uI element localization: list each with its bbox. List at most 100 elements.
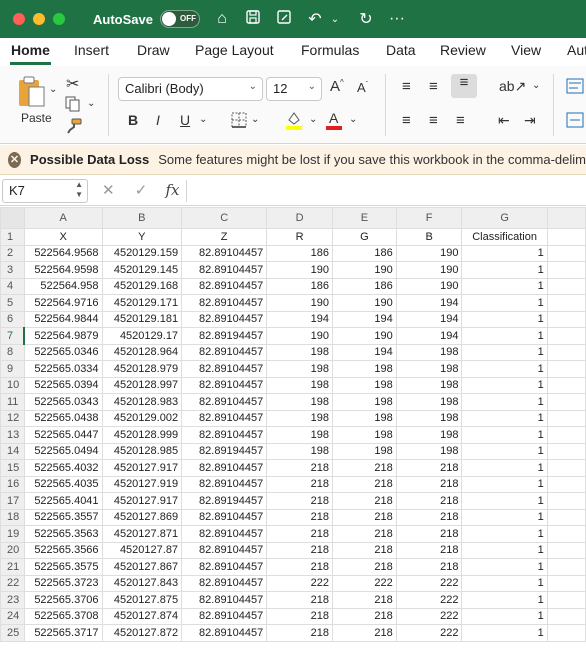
cell[interactable]: 218	[266, 459, 333, 477]
cell[interactable]: 4520129.171	[101, 294, 183, 312]
cell[interactable]: 218	[266, 475, 333, 493]
undo-icon[interactable]: ↶	[306, 9, 324, 29]
row-header[interactable]: 14	[0, 442, 25, 460]
cell[interactable]: 218	[395, 558, 463, 576]
cell[interactable]: 522565.0346	[23, 343, 103, 361]
font-name-select[interactable]: Calibri (Body) ⌄	[118, 77, 263, 101]
cell[interactable]	[546, 459, 586, 477]
cell[interactable]: 4520129.002	[101, 409, 183, 427]
cell[interactable]: 4520127.919	[101, 475, 183, 493]
row-header[interactable]: 22	[0, 574, 25, 592]
cell[interactable]: 4520127.843	[101, 574, 183, 592]
cell[interactable]	[546, 442, 586, 460]
cell[interactable]: 522565.3706	[23, 591, 103, 609]
cell[interactable]: 194	[331, 343, 397, 361]
row-header[interactable]: 24	[0, 607, 25, 625]
cell[interactable]: 198	[266, 393, 333, 411]
font-size-select[interactable]: 12 ⌄	[266, 77, 322, 101]
cell[interactable]: 198	[266, 376, 333, 394]
cell[interactable]: 4520128.964	[101, 343, 183, 361]
cell[interactable]	[546, 541, 586, 559]
row-header[interactable]: 12	[0, 409, 25, 427]
cell[interactable]: 4520128.997	[101, 376, 183, 394]
cell[interactable]: 522565.3575	[23, 558, 103, 576]
cell[interactable]: 218	[331, 492, 397, 510]
align-right-icon[interactable]: ≡	[456, 112, 465, 129]
tab-home[interactable]: Home	[11, 42, 50, 58]
bold-button[interactable]: B	[128, 112, 138, 128]
cell[interactable]: 198	[266, 426, 333, 444]
cell[interactable]: 4520127.872	[101, 624, 183, 642]
cell[interactable]: 1	[461, 508, 548, 526]
cell[interactable]: 522565.3708	[23, 607, 103, 625]
cell[interactable]	[546, 343, 586, 361]
cell[interactable]: 82.89104457	[181, 426, 268, 444]
cell[interactable]: 198	[266, 343, 333, 361]
cell[interactable]: 4520127.867	[101, 558, 183, 576]
font-color-icon[interactable]: A	[325, 110, 343, 133]
cell[interactable]: 1	[461, 607, 548, 625]
column-header[interactable]: B	[101, 207, 183, 229]
cell[interactable]: 198	[395, 360, 463, 378]
cell[interactable]: 198	[395, 426, 463, 444]
align-left-icon[interactable]: ≡	[402, 112, 411, 129]
cell[interactable]: R	[266, 228, 333, 246]
spreadsheet-grid[interactable]: A B C D E F G 1 X Y Z R G B Classification 2 5225…	[0, 207, 586, 648]
cell[interactable]: 218	[331, 624, 397, 642]
cell[interactable]: 1	[461, 525, 548, 543]
cell[interactable]: 82.89194457	[181, 327, 268, 345]
cell[interactable]: 522565.3723	[23, 574, 103, 592]
cell[interactable]: 82.89104457	[181, 261, 268, 279]
align-middle-icon[interactable]: ≡	[429, 78, 438, 95]
cell[interactable]: 4520128.979	[101, 360, 183, 378]
cell[interactable]: 4520129.181	[101, 310, 183, 328]
cell[interactable]: 186	[331, 277, 397, 295]
row-header[interactable]: 5	[0, 294, 25, 312]
paste-button[interactable]	[16, 76, 50, 111]
cell[interactable]: 1	[461, 409, 548, 427]
cell[interactable]: 522565.4041	[23, 492, 103, 510]
autosave-toggle[interactable]: OFF	[159, 10, 200, 28]
cell[interactable]: 4520129.145	[101, 261, 183, 279]
name-box-stepper-icon[interactable]: ▲ ▼	[75, 180, 83, 200]
cell[interactable]: 218	[395, 492, 463, 510]
cell[interactable]: 218	[331, 591, 397, 609]
cell[interactable]: 1	[461, 541, 548, 559]
cell[interactable]: 1	[461, 277, 548, 295]
italic-button[interactable]: I	[156, 112, 160, 128]
cell[interactable]: 222	[395, 624, 463, 642]
cell[interactable]: 4520127.917	[101, 459, 183, 477]
cell[interactable]: 198	[266, 409, 333, 427]
cell[interactable]: 218	[395, 475, 463, 493]
row-header[interactable]: 3	[0, 261, 25, 279]
cell[interactable]: 82.89104457	[181, 475, 268, 493]
cell[interactable]: 522564.9844	[23, 310, 103, 328]
tab-formulas[interactable]: Formulas	[301, 42, 359, 58]
name-box[interactable]: K7 ▲ ▼	[2, 179, 88, 203]
cell[interactable]: 82.89104457	[181, 574, 268, 592]
borders-icon[interactable]	[231, 112, 247, 131]
cell[interactable]: 1	[461, 360, 548, 378]
cell[interactable]: Classification	[461, 228, 548, 246]
column-header[interactable]: G	[461, 207, 548, 229]
save-as-icon[interactable]	[275, 9, 293, 30]
column-header[interactable]: A	[23, 207, 103, 229]
row-header[interactable]: 10	[0, 376, 25, 394]
close-window-button[interactable]	[13, 13, 25, 25]
more-icon[interactable]: ···	[388, 10, 406, 28]
cell[interactable]: 218	[266, 558, 333, 576]
cell[interactable]: 218	[266, 525, 333, 543]
cell[interactable]: 186	[266, 277, 333, 295]
cell[interactable]: 218	[395, 525, 463, 543]
cell[interactable]: 1	[461, 376, 548, 394]
cell[interactable]: 522564.958	[23, 277, 103, 295]
row-header[interactable]: 17	[0, 492, 25, 510]
copy-dropdown-icon[interactable]: ⌄	[87, 98, 95, 109]
cell[interactable]: 1	[461, 624, 548, 642]
cell[interactable]: 198	[331, 409, 397, 427]
cell[interactable]: 4520129.168	[101, 277, 183, 295]
cell[interactable]: 194	[395, 310, 463, 328]
cell[interactable]: 522564.9879	[23, 327, 103, 345]
cell[interactable]: 82.89104457	[181, 343, 268, 361]
tab-automate[interactable]: Aut	[567, 42, 586, 58]
